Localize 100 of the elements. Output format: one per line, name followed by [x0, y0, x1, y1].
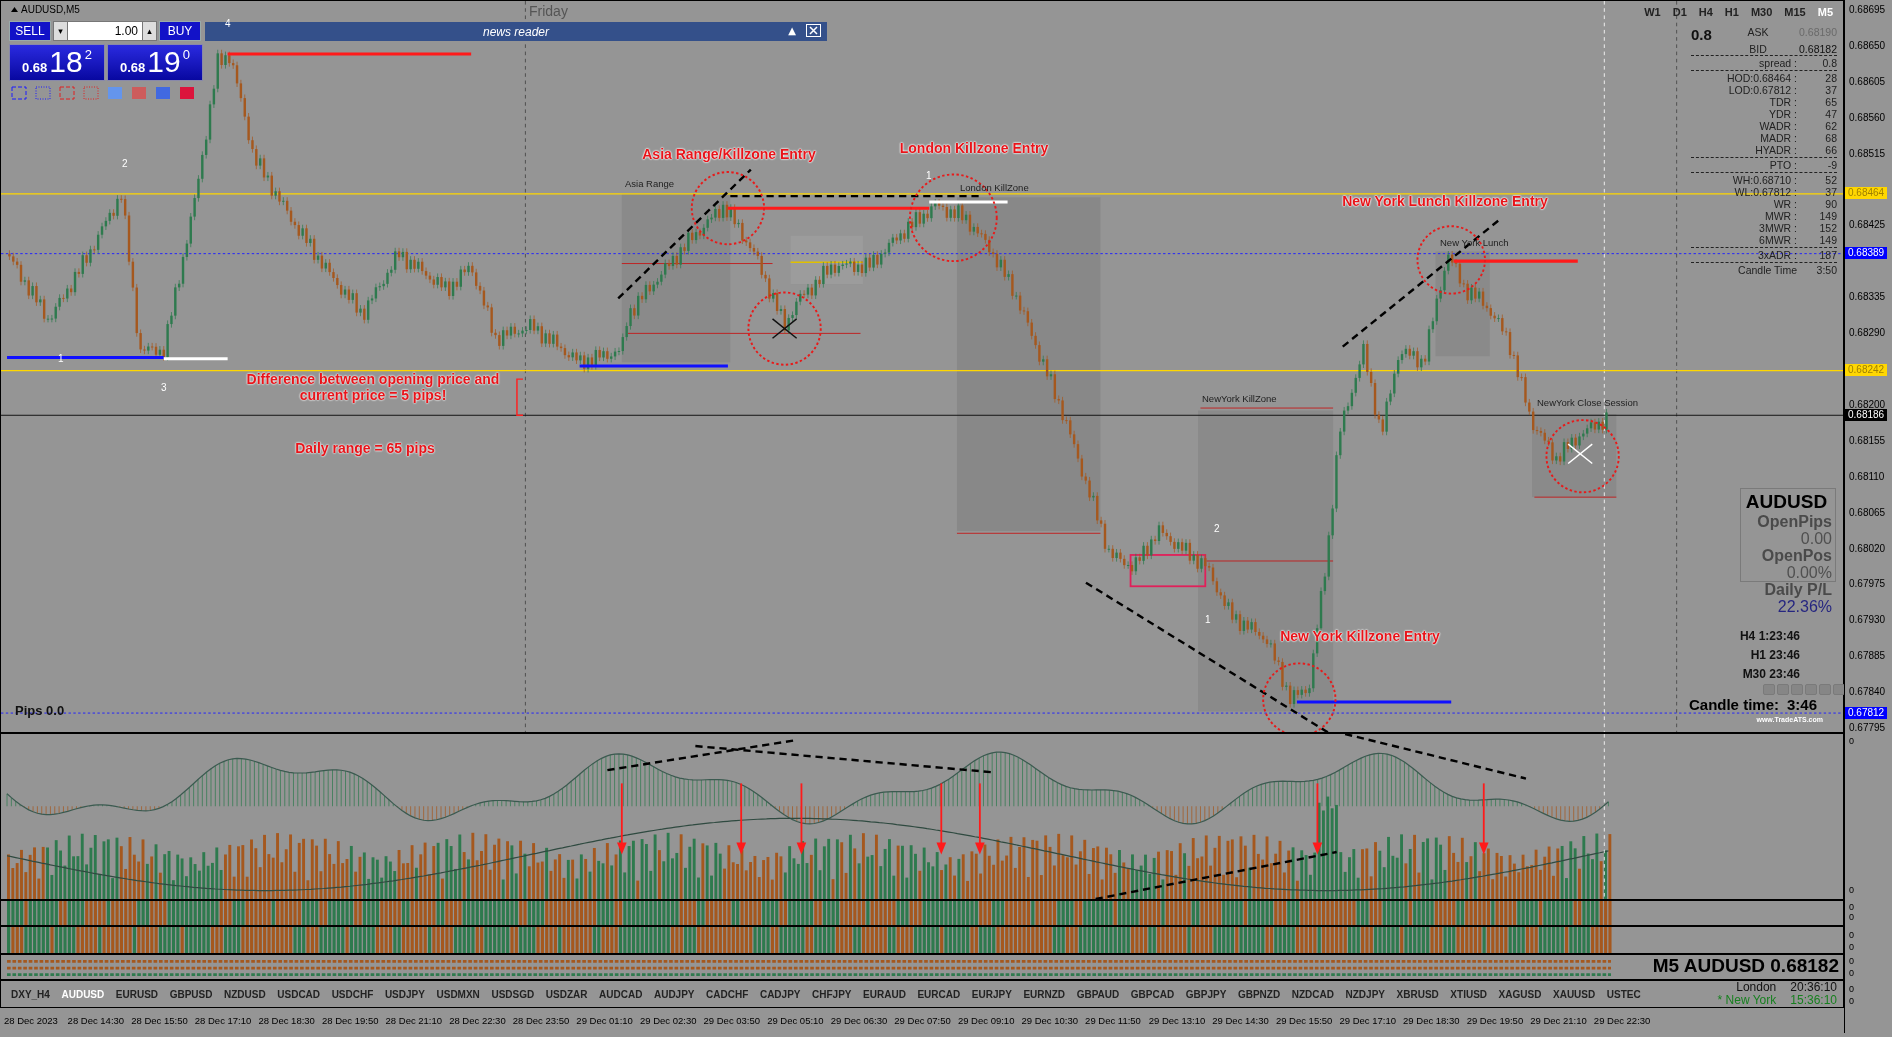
widget-value: 22.36%	[1777, 598, 1832, 615]
symbol-button[interactable]: CADJPY	[759, 988, 801, 1000]
symbol-button[interactable]: USDCAD	[277, 988, 321, 1000]
time-label: 28 Dec 18:30	[258, 1015, 316, 1026]
symbol-button[interactable]: NZDCAD	[1291, 988, 1334, 1000]
square-icon[interactable]	[131, 86, 147, 100]
time-label: 28 Dec 19:50	[321, 1015, 380, 1026]
timeframe-button[interactable]: W1	[1638, 6, 1667, 18]
timer-text: M30 23:46	[1742, 667, 1800, 681]
stat-label: Candle Time	[1737, 264, 1797, 276]
time-label: 29 Dec 02:30	[639, 1015, 698, 1026]
symbol-button[interactable]: USDCHF	[331, 988, 374, 1000]
lot-size-field[interactable]: ▾ 1.00 ▴	[53, 21, 157, 41]
wave-number: 2	[122, 158, 128, 169]
symbol-button[interactable]: CADCHF	[706, 988, 749, 1000]
stat-label: 6MWR :	[1758, 234, 1797, 246]
price-label: 0.68155	[1849, 434, 1886, 446]
stat-value: 3:50	[1815, 264, 1837, 276]
ask-label: ASK	[1746, 26, 1770, 38]
time-label: 29 Dec 09:10	[957, 1015, 1016, 1026]
symbol-button[interactable]: GBPAUD	[1076, 988, 1120, 1000]
stat-label: 3xADR :	[1756, 249, 1797, 261]
symbol-button[interactable]: USTEC	[1606, 988, 1641, 1000]
symbol-button[interactable]: USDJPY	[384, 988, 425, 1000]
stat-value: 0.8	[1821, 57, 1837, 69]
time-label: 29 Dec 14:30	[1212, 1015, 1270, 1026]
stat-label: WR :	[1772, 198, 1797, 210]
clock-city: * New York	[1717, 994, 1777, 1007]
wave-number: 1	[58, 353, 64, 364]
stat-label: MWR :	[1763, 210, 1797, 222]
symbol-button[interactable]: USDSGD	[491, 988, 535, 1000]
square-icon[interactable]	[107, 86, 123, 100]
sell-button[interactable]: SELL	[9, 21, 51, 41]
symbol-button[interactable]: AUDCAD	[599, 988, 643, 1000]
candle-time-value: 3:46	[1786, 696, 1817, 713]
scale-label: 0	[1849, 930, 1854, 940]
dashed-square-icon[interactable]	[59, 86, 75, 100]
stat-value: 187	[1818, 249, 1837, 261]
price-marker: 0.68464	[1845, 187, 1888, 200]
symbol-button[interactable]: XAGUSD	[1498, 988, 1542, 1000]
square-icon[interactable]	[179, 86, 195, 100]
time-label: 28 Dec 23:50	[512, 1015, 571, 1026]
time-label: 29 Dec 07:50	[894, 1015, 952, 1026]
symbol-button[interactable]: USDMXN	[436, 988, 480, 1000]
pips-label: Pips 0.0	[15, 703, 65, 718]
symbol-button[interactable]: XBRUSD	[1396, 988, 1439, 1000]
tab-icon[interactable]	[1833, 684, 1845, 695]
symbol-button[interactable]: XTIUSD	[1450, 988, 1488, 1000]
stat-label: YDR :	[1768, 108, 1797, 120]
stat-label: HOD:0.68464 :	[1725, 72, 1797, 84]
symbol-button[interactable]: EURJPY	[971, 988, 1012, 1000]
stat-value: 37	[1824, 84, 1837, 96]
symbol-button[interactable]: USDZAR	[545, 988, 588, 1000]
stat-label: PTO :	[1768, 159, 1797, 171]
symbol-button[interactable]: AUDUSD	[61, 988, 105, 1000]
symbol-button[interactable]: GBPNZD	[1237, 988, 1281, 1000]
timeframe-button[interactable]: D1	[1666, 6, 1693, 18]
symbol-button[interactable]: EURUSD	[115, 988, 159, 1000]
collapse-button[interactable]: ▲	[788, 25, 796, 36]
stat-value: 66	[1824, 144, 1837, 156]
symbol-button[interactable]: GBPUSD	[169, 988, 213, 1000]
buy-button[interactable]: BUY	[159, 21, 201, 41]
symbol-button[interactable]: EURNZD	[1023, 988, 1066, 1000]
dotted-square-icon[interactable]	[83, 86, 99, 100]
symbol-button[interactable]: AUDJPY	[653, 988, 695, 1000]
symbol-button[interactable]: CHFJPY	[812, 988, 852, 1000]
symbol-button[interactable]: XAUUSD	[1553, 988, 1596, 1000]
collapse-icon[interactable]	[11, 7, 18, 12]
dotted-square-icon[interactable]	[35, 86, 51, 100]
symbol-button[interactable]: EURAUD	[863, 988, 906, 1000]
widget-value: 0.00%	[1786, 564, 1832, 581]
session-label: NewYork KillZone	[1202, 393, 1277, 404]
timeframe-button[interactable]: M5	[1811, 6, 1839, 18]
timeframe-button[interactable]: M30	[1744, 6, 1779, 18]
timeframe-button[interactable]: H4	[1692, 6, 1719, 18]
timeframe-button[interactable]: M15	[1778, 6, 1812, 18]
widget-label: OpenPips	[1757, 513, 1832, 530]
price-label: 0.68560	[1849, 111, 1886, 123]
news-reader-title: news reader	[482, 24, 549, 39]
symbol-button[interactable]: NZDUSD	[224, 988, 266, 1000]
timer-text: H1 23:46	[1750, 648, 1800, 662]
time-label: 29 Dec 17:10	[1339, 1015, 1397, 1026]
square-icon[interactable]	[155, 86, 171, 100]
symbol-button[interactable]: GBPJPY	[1185, 988, 1227, 1000]
dashed-square-icon[interactable]	[11, 86, 27, 100]
clock-time: 20:36:10	[1790, 981, 1837, 994]
symbol-button[interactable]: DXY_H4	[11, 988, 50, 1000]
close-icon[interactable]	[806, 24, 821, 37]
scale-label: 0	[1849, 956, 1854, 966]
decrease-button[interactable]: ▾	[54, 22, 68, 40]
symbol-button[interactable]: EURCAD	[917, 988, 961, 1000]
stat-value: 149	[1818, 210, 1837, 222]
scale-label: 0	[1849, 942, 1854, 952]
increase-button[interactable]: ▴	[142, 22, 156, 40]
symbol-button[interactable]: GBPCAD	[1130, 988, 1175, 1000]
timeframe-button[interactable]: H1	[1718, 6, 1745, 18]
stat-value: 68	[1824, 132, 1837, 144]
time-label: 29 Dec 15:50	[1275, 1015, 1334, 1026]
symbol-button[interactable]: NZDJPY	[1345, 988, 1385, 1000]
candle-time-label: Candle time:	[1688, 696, 1779, 713]
